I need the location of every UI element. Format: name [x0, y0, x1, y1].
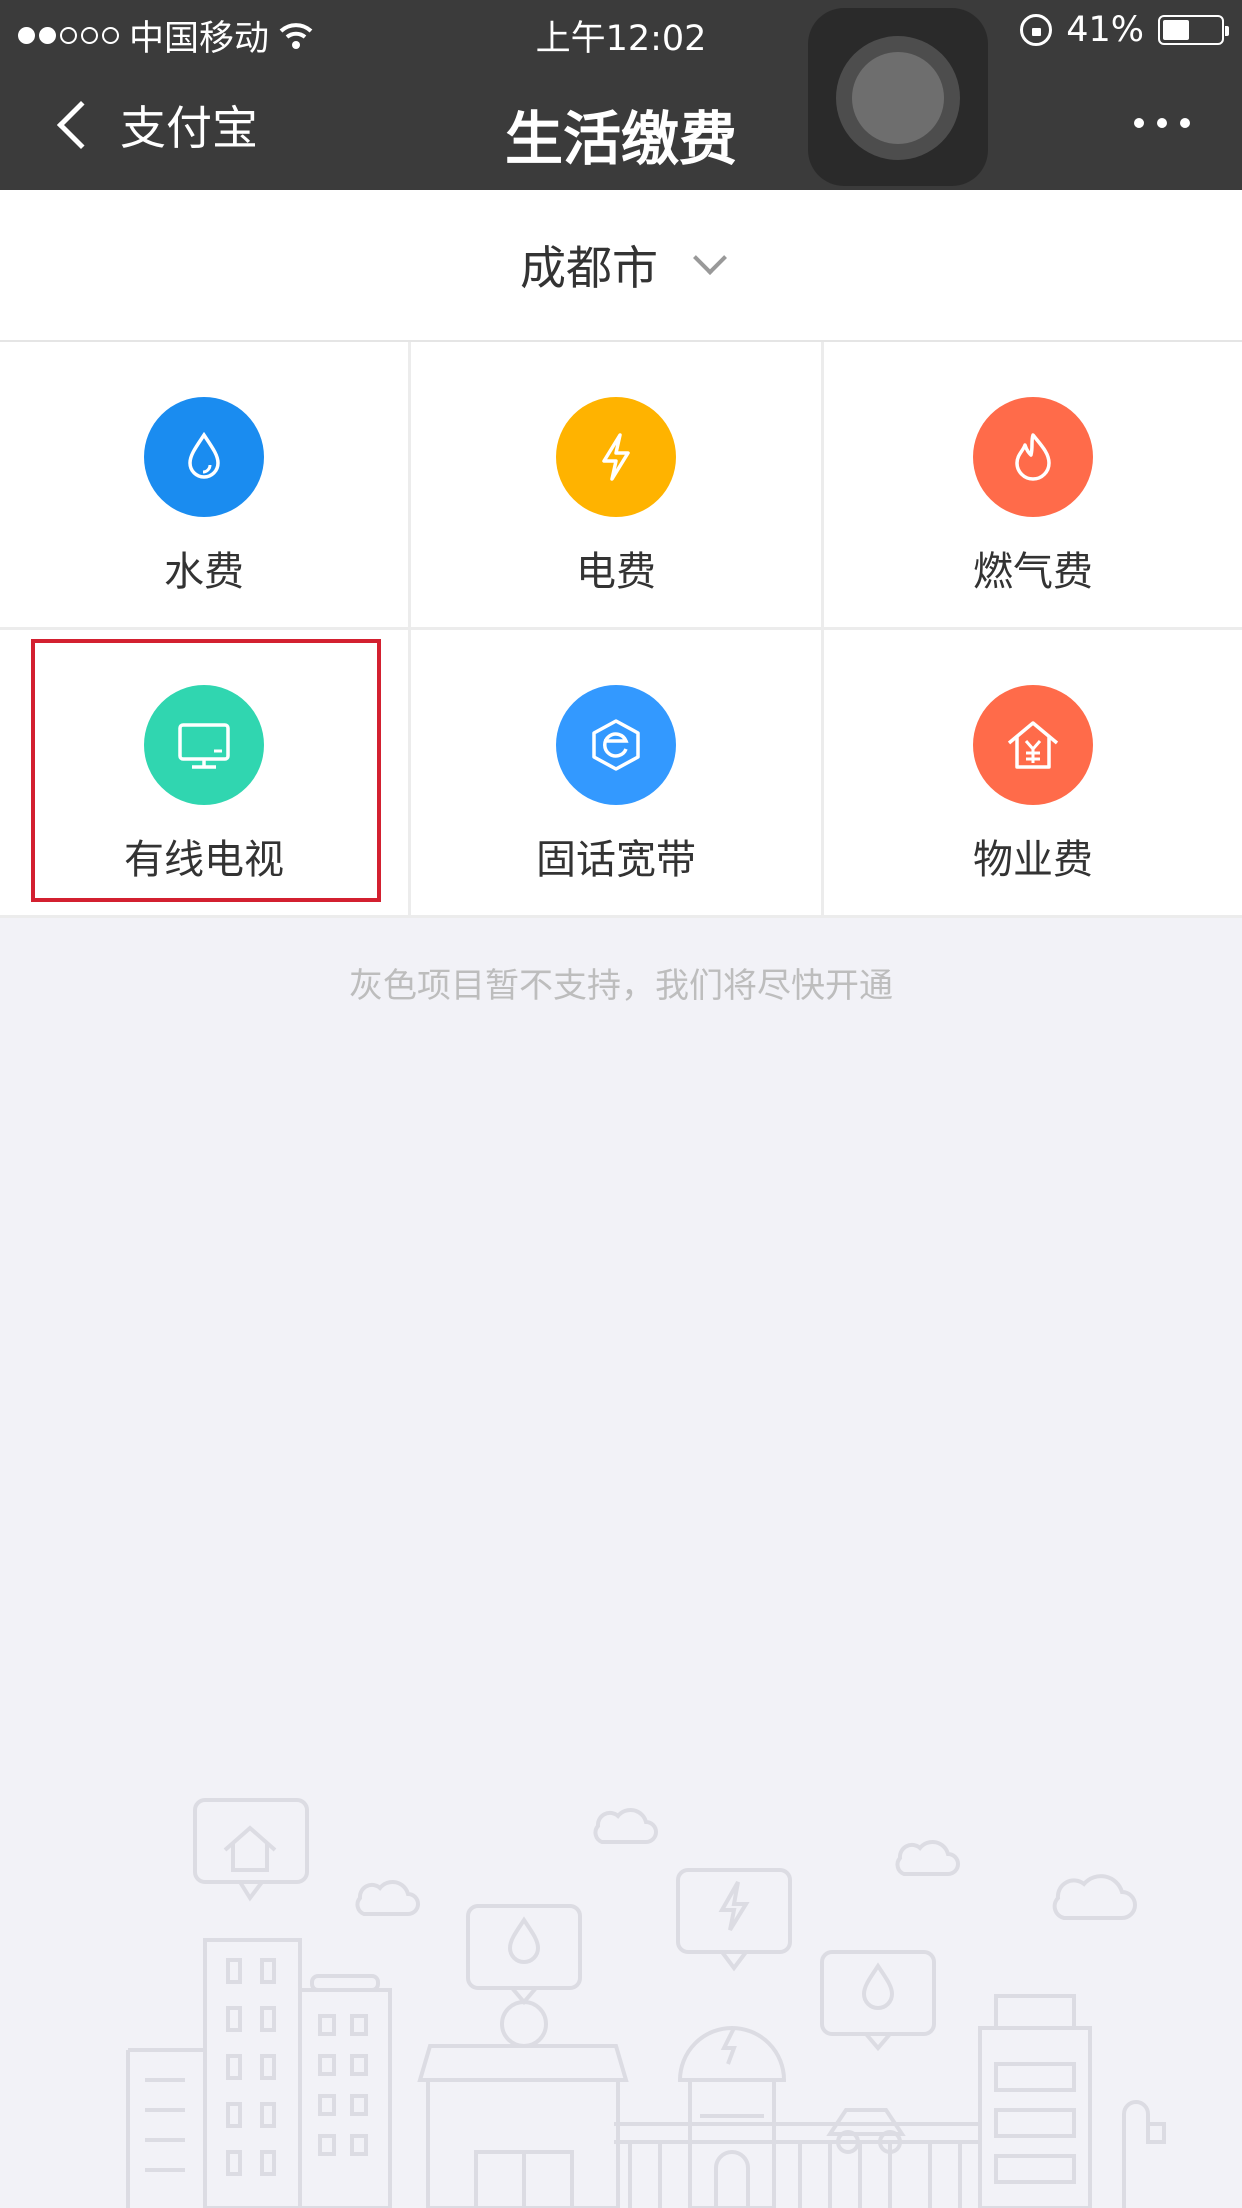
lightning-icon: [556, 397, 676, 517]
page-title: 生活缴费: [504, 105, 737, 173]
service-label: 有线电视: [124, 837, 284, 883]
service-gas[interactable]: 燃气费: [824, 342, 1242, 630]
notice-text: 灰色项目暂不支持，我们将尽快开通: [349, 966, 893, 1006]
service-broadband[interactable]: 固话宽带: [411, 630, 824, 918]
service-label: 燃气费: [973, 549, 1093, 595]
house-yen-icon: [973, 685, 1093, 805]
rotation-lock-icon: [1020, 14, 1053, 46]
status-bar: 中国移动 上午12:02 41%: [0, 0, 1242, 62]
service-cable-tv[interactable]: 有线电视: [0, 630, 411, 918]
flame-icon: [973, 397, 1093, 517]
service-label: 水费: [164, 549, 244, 595]
service-water[interactable]: 水费: [0, 342, 411, 630]
battery-percent: 41%: [1066, 10, 1144, 50]
assistive-touch-button[interactable]: [808, 8, 988, 186]
water-drop-icon: [144, 397, 264, 517]
broadband-icon: [556, 685, 676, 805]
chevron-down-icon: [693, 241, 727, 275]
city-illustration: [126, 1798, 1166, 2208]
service-label: 物业费: [973, 837, 1093, 883]
service-grid: 水费 电费 燃气费 有线电视 固话宽带 物业费: [0, 342, 1242, 918]
service-label: 固话宽带: [536, 837, 696, 883]
tv-icon: [144, 685, 264, 805]
service-label: 电费: [576, 549, 656, 595]
more-menu-button[interactable]: [1134, 118, 1190, 128]
service-property[interactable]: 物业费: [824, 630, 1242, 918]
city-selector[interactable]: 成都市: [0, 190, 1242, 342]
battery-icon: [1158, 15, 1229, 45]
service-electricity[interactable]: 电费: [411, 342, 824, 630]
top-bar: 中国移动 上午12:02 41% 支付宝 生活缴费: [0, 0, 1242, 190]
more-dot-icon: [1134, 118, 1144, 128]
city-name: 成都市: [520, 241, 658, 295]
